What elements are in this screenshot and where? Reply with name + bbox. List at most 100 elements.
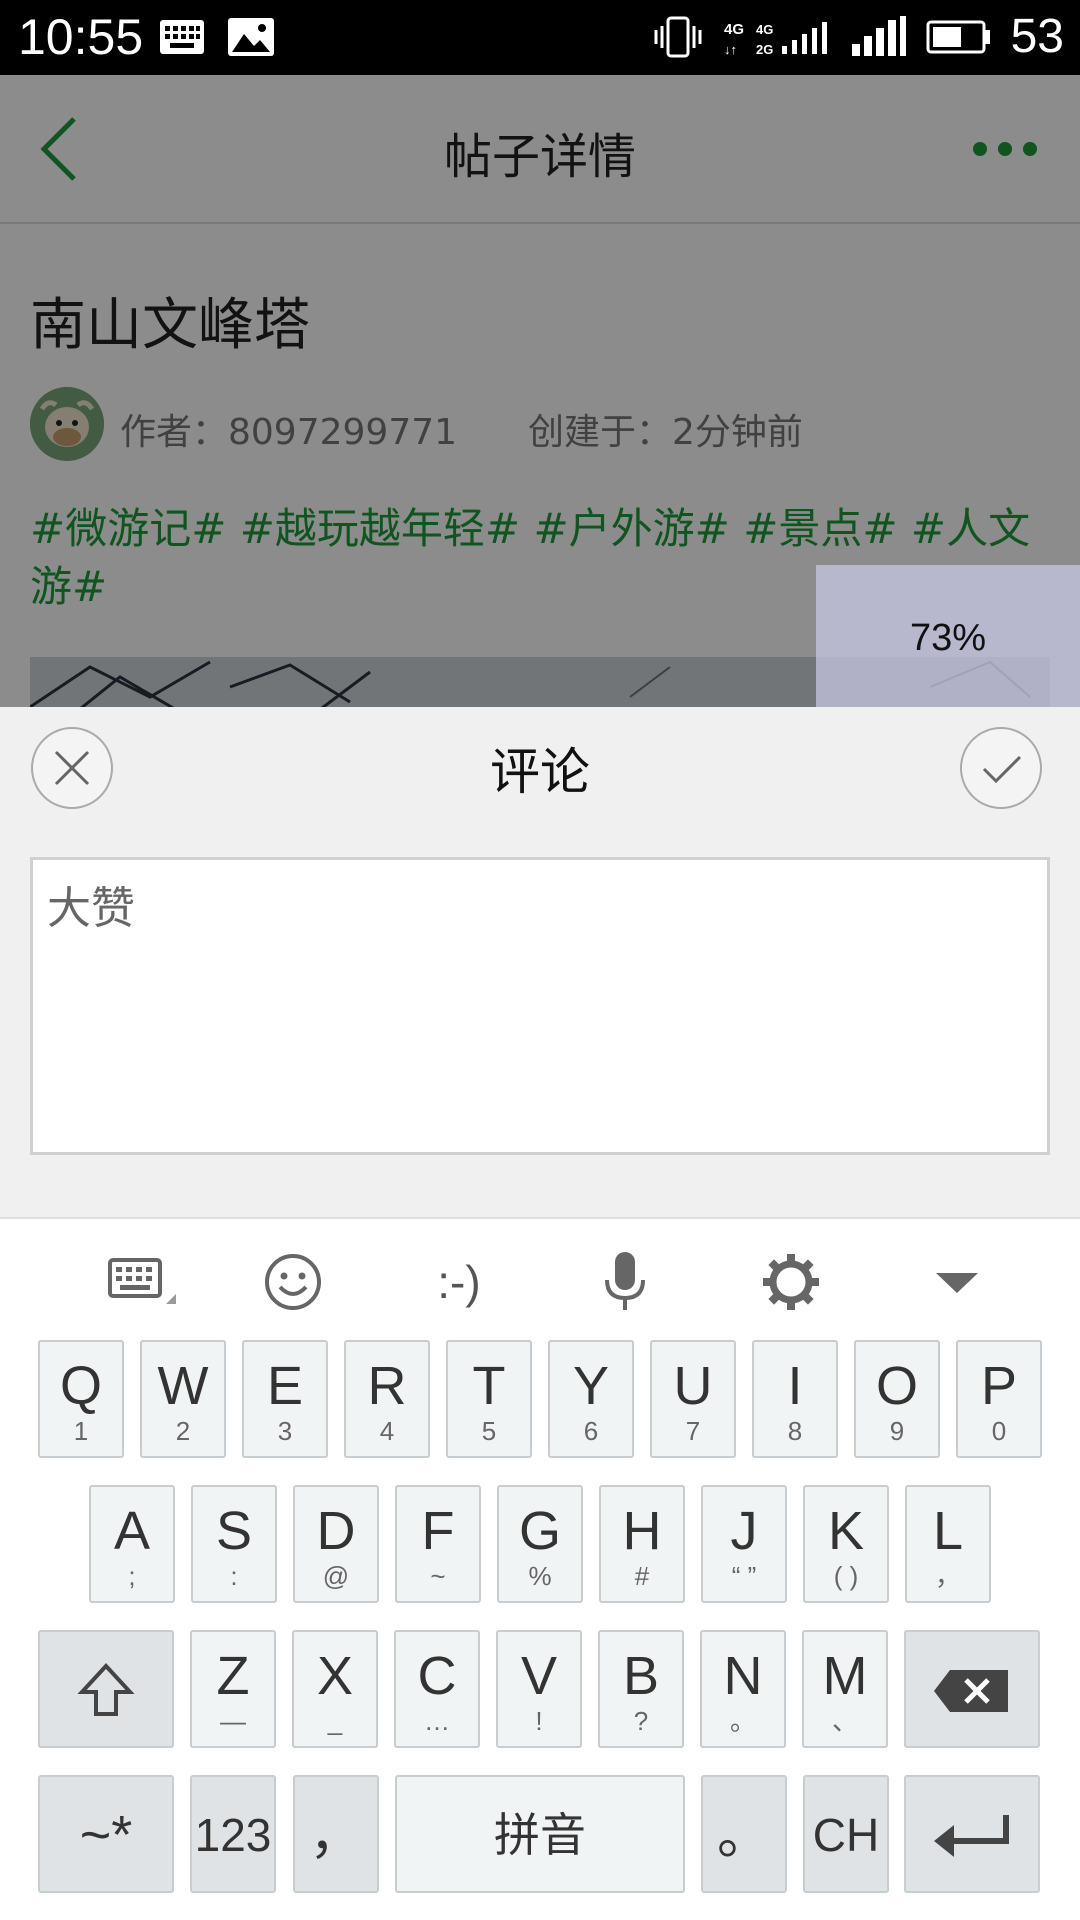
key-l[interactable]: L， xyxy=(905,1485,991,1603)
confirm-button[interactable] xyxy=(960,727,1042,809)
key-m[interactable]: M、 xyxy=(802,1630,888,1748)
key-h[interactable]: H # xyxy=(599,1485,685,1603)
key-r[interactable]: R4 xyxy=(344,1340,430,1458)
key-label: J xyxy=(730,1501,758,1561)
status-bar: 10:55 4G 4G ↓↑ 2G 53 xyxy=(0,0,1080,75)
key-a[interactable]: A; xyxy=(89,1485,175,1603)
numbers-key-label: 123 xyxy=(194,1809,272,1861)
key-w[interactable]: W2 xyxy=(140,1340,226,1458)
key-label: N xyxy=(723,1646,763,1706)
key-n[interactable]: N。 xyxy=(700,1630,786,1748)
microphone-icon xyxy=(605,1252,645,1310)
network-4g-icon: 4G 4G ↓↑ 2G xyxy=(724,21,827,57)
key-sublabel: 3 xyxy=(277,1416,293,1446)
settings-button[interactable] xyxy=(736,1239,846,1325)
key-b[interactable]: B? xyxy=(598,1630,684,1748)
emoji-icon xyxy=(265,1254,321,1310)
space-key[interactable]: 拼音 xyxy=(395,1775,685,1893)
key-label: U xyxy=(673,1356,713,1416)
key-sublabel: 2 xyxy=(175,1416,191,1446)
key-sublabel: ~ xyxy=(430,1561,446,1591)
backspace-icon xyxy=(934,1670,1008,1712)
key-q[interactable]: Q1 xyxy=(38,1340,124,1458)
key-c[interactable]: C… xyxy=(394,1630,480,1748)
comment-sheet: 评论 大赞 xyxy=(0,707,1080,1217)
enter-key[interactable] xyxy=(904,1775,1040,1893)
key-label: L xyxy=(932,1501,964,1561)
key-e[interactable]: E3 xyxy=(242,1340,328,1458)
svg-text:4G: 4G xyxy=(756,22,773,37)
key-sublabel: 1 xyxy=(73,1416,89,1446)
key-label: G xyxy=(518,1501,561,1561)
key-k[interactable]: K( ) xyxy=(803,1485,889,1603)
emoji-button[interactable] xyxy=(238,1239,348,1325)
key-i[interactable]: I8 xyxy=(752,1340,838,1458)
key-v[interactable]: V! xyxy=(496,1630,582,1748)
period-key[interactable]: 。 xyxy=(701,1775,787,1893)
key-j[interactable]: J “ ” xyxy=(701,1485,787,1603)
enter-icon xyxy=(934,1815,1009,1857)
key-sublabel: ( ) xyxy=(833,1561,859,1591)
numbers-key[interactable]: 123 xyxy=(190,1775,276,1893)
comma-key-label: ， xyxy=(309,1805,363,1865)
language-key-label: CH xyxy=(812,1809,880,1861)
post-detail-page: 帖子详情 南山文峰塔 作者：8097299771 创建于：2分钟前 #微游记# … xyxy=(0,75,1080,707)
keyboard-switch-icon xyxy=(108,1258,176,1304)
key-f[interactable]: F ~ xyxy=(395,1485,481,1603)
key-sublabel: 5 xyxy=(481,1416,497,1446)
key-sublabel: ? xyxy=(633,1706,649,1736)
status-time: 10:55 xyxy=(18,9,144,65)
image-notification-icon xyxy=(228,18,274,56)
battery-percent: 53 xyxy=(1010,10,1064,63)
key-d[interactable]: D @ xyxy=(293,1485,379,1603)
symbols-key-label: ~* xyxy=(79,1805,133,1865)
key-label: H xyxy=(622,1501,662,1561)
key-sublabel: … xyxy=(424,1706,450,1736)
svg-text:4G: 4G xyxy=(724,21,744,38)
key-label: Z xyxy=(216,1646,250,1706)
emoticon-button[interactable]: :-) xyxy=(404,1239,514,1325)
key-t[interactable]: T5 xyxy=(446,1340,532,1458)
key-y[interactable]: Y6 xyxy=(548,1340,634,1458)
key-sublabel: # xyxy=(634,1561,650,1591)
key-sublabel: 9 xyxy=(889,1416,905,1446)
key-label: X xyxy=(316,1646,354,1706)
key-sublabel: : xyxy=(230,1561,238,1591)
backspace-key[interactable] xyxy=(904,1630,1040,1748)
language-key[interactable]: CH xyxy=(803,1775,889,1893)
key-label: Q xyxy=(59,1356,102,1416)
voice-input-button[interactable] xyxy=(570,1239,680,1325)
shift-key[interactable] xyxy=(38,1630,174,1748)
key-s[interactable]: S: xyxy=(191,1485,277,1603)
key-label: O xyxy=(875,1356,918,1416)
key-x[interactable]: X _ xyxy=(292,1630,378,1748)
key-g[interactable]: G% xyxy=(497,1485,583,1603)
key-label: W xyxy=(157,1356,209,1416)
hide-keyboard-button[interactable] xyxy=(902,1239,1012,1325)
comma-key[interactable]: ， xyxy=(293,1775,379,1893)
svg-text:2G: 2G xyxy=(756,42,773,57)
key-sublabel: 、 xyxy=(831,1706,858,1736)
key-sublabel: @ xyxy=(322,1561,350,1591)
progress-indicator: 73% xyxy=(816,565,1080,707)
space-key-label: 拼音 xyxy=(494,1808,586,1862)
keyboard-switch-button[interactable] xyxy=(80,1239,190,1325)
key-p[interactable]: P0 xyxy=(956,1340,1042,1458)
key-sublabel: 4 xyxy=(379,1416,395,1446)
signal-icon xyxy=(852,16,906,56)
key-sublabel: 0 xyxy=(991,1416,1007,1446)
key-o[interactable]: O9 xyxy=(854,1340,940,1458)
period-key-label: 。 xyxy=(717,1805,771,1865)
key-sublabel: 。 xyxy=(729,1706,756,1736)
comment-input[interactable]: 大赞 xyxy=(30,857,1050,1155)
key-sublabel: 7 xyxy=(685,1416,701,1446)
symbols-key[interactable]: ~* xyxy=(38,1775,174,1893)
check-icon xyxy=(982,755,1022,784)
key-u[interactable]: U7 xyxy=(650,1340,736,1458)
key-z[interactable]: Z — xyxy=(190,1630,276,1748)
key-label: E xyxy=(266,1356,304,1416)
vibrate-icon xyxy=(654,16,702,58)
key-label: M xyxy=(822,1646,868,1706)
keyboard-notification-icon xyxy=(160,20,204,54)
key-label: D xyxy=(316,1501,356,1561)
